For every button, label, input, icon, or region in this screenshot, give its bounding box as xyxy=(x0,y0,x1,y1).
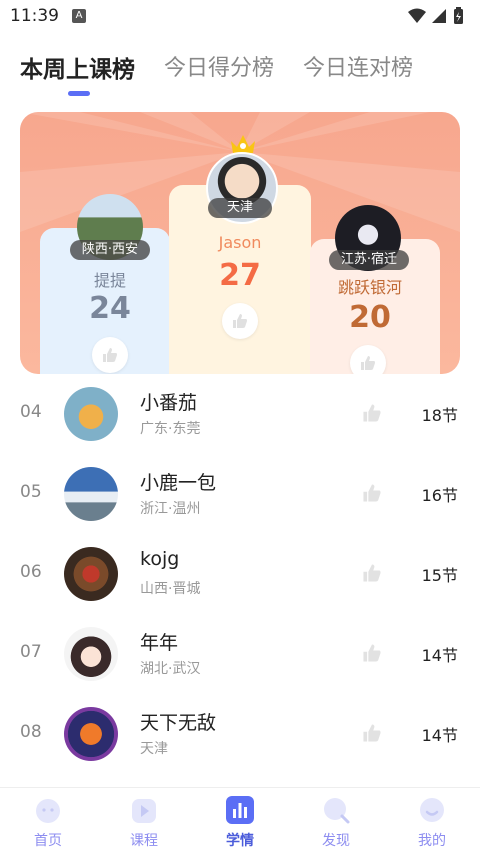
rank-number: 04 xyxy=(20,402,42,422)
discover-icon xyxy=(324,798,350,824)
thumbs-up-icon[interactable] xyxy=(361,562,383,584)
podium-card: 天津 Jason 27 陕西·西安 提提 24 江苏·宿迁 跳跃银河 20 xyxy=(20,112,460,374)
nav-discover[interactable]: 发现 xyxy=(288,788,384,854)
nav-home[interactable]: 首页 xyxy=(0,788,96,854)
ranking-row[interactable]: 07 年年 湖北·武汉 14节 xyxy=(0,614,480,694)
thumbs-up-icon xyxy=(233,314,247,328)
status-bar: 11:39 A xyxy=(0,0,480,34)
user-location: 浙江·温州 xyxy=(140,501,201,517)
profile-icon xyxy=(420,798,444,822)
tab-daily-streak[interactable]: 今日连对榜 xyxy=(303,50,413,82)
user-name: kojg xyxy=(140,548,180,570)
bottom-navigation: 首页 课程 学情 发现 我的 xyxy=(0,787,480,854)
third-place-name: 跳跃银河 xyxy=(337,278,402,297)
second-place-name: 提提 xyxy=(93,271,126,290)
nav-stats[interactable]: 学情 xyxy=(192,788,288,854)
user-location: 湖北·武汉 xyxy=(140,661,201,677)
nav-label: 首页 xyxy=(34,833,62,849)
user-location: 山西·晋城 xyxy=(140,581,201,597)
class-count: 14节 xyxy=(421,646,458,665)
ranking-row[interactable]: 06 kojg 山西·晋城 15节 xyxy=(0,534,480,614)
class-count: 18节 xyxy=(421,406,458,425)
avatar[interactable] xyxy=(64,707,118,761)
ranking-row[interactable]: 05 小鹿一包 浙江·温州 16节 xyxy=(0,454,480,534)
first-place-name: Jason xyxy=(218,233,262,252)
nav-label: 我的 xyxy=(418,833,446,849)
thumbs-up-icon[interactable] xyxy=(361,402,383,424)
status-icons xyxy=(406,6,468,26)
user-name: 年年 xyxy=(140,632,179,654)
third-place-location: 江苏·宿迁 xyxy=(329,250,409,270)
stats-icon xyxy=(226,796,254,824)
thumbs-up-icon[interactable] xyxy=(361,642,383,664)
third-place-score: 20 xyxy=(349,300,391,335)
tab-daily-score[interactable]: 今日得分榜 xyxy=(164,50,274,82)
status-time: 11:39 xyxy=(10,6,59,26)
avatar[interactable] xyxy=(64,627,118,681)
user-location: 广东·东莞 xyxy=(140,421,201,437)
rank-number: 06 xyxy=(20,562,42,582)
nav-label: 发现 xyxy=(322,833,350,849)
class-count: 15节 xyxy=(421,566,458,585)
nav-course[interactable]: 课程 xyxy=(96,788,192,854)
avatar[interactable] xyxy=(64,547,118,601)
rank-number: 05 xyxy=(20,482,42,502)
second-place-score: 24 xyxy=(89,291,131,326)
class-count: 14节 xyxy=(421,726,458,745)
first-place-location: 天津 xyxy=(208,198,272,218)
nav-label: 课程 xyxy=(130,833,158,849)
rank-number: 08 xyxy=(20,722,42,742)
user-name: 天下无敌 xyxy=(140,712,217,734)
tab-indicator xyxy=(68,91,90,96)
rank-number: 07 xyxy=(20,642,42,662)
nav-label: 学情 xyxy=(226,833,254,849)
third-place-like-button[interactable] xyxy=(350,345,386,374)
thumbs-up-icon xyxy=(361,356,375,370)
class-count: 16节 xyxy=(421,486,458,505)
thumbs-up-icon[interactable] xyxy=(361,722,383,744)
avatar[interactable] xyxy=(64,387,118,441)
notification-icon: A xyxy=(72,9,86,23)
thumbs-up-icon[interactable] xyxy=(361,482,383,504)
ranking-row[interactable]: 04 小番茄 广东·东莞 18节 xyxy=(0,374,480,454)
tab-weekly-class[interactable]: 本周上课榜 xyxy=(20,50,135,84)
user-name: 小鹿一包 xyxy=(140,472,217,494)
first-place-score: 27 xyxy=(219,258,261,293)
thumbs-up-icon xyxy=(103,348,117,362)
user-name: 小番茄 xyxy=(140,392,198,414)
wifi-signal-battery-icon xyxy=(408,7,463,24)
ranking-row[interactable]: 08 天下无敌 天津 14节 xyxy=(0,694,480,774)
home-icon xyxy=(36,799,60,823)
second-place-location: 陕西·西安 xyxy=(70,240,150,260)
second-place-like-button[interactable] xyxy=(92,337,128,373)
avatar[interactable] xyxy=(64,467,118,521)
nav-profile[interactable]: 我的 xyxy=(384,788,480,854)
user-location: 天津 xyxy=(140,741,168,757)
course-icon xyxy=(132,799,156,823)
first-place-like-button[interactable] xyxy=(222,303,258,339)
